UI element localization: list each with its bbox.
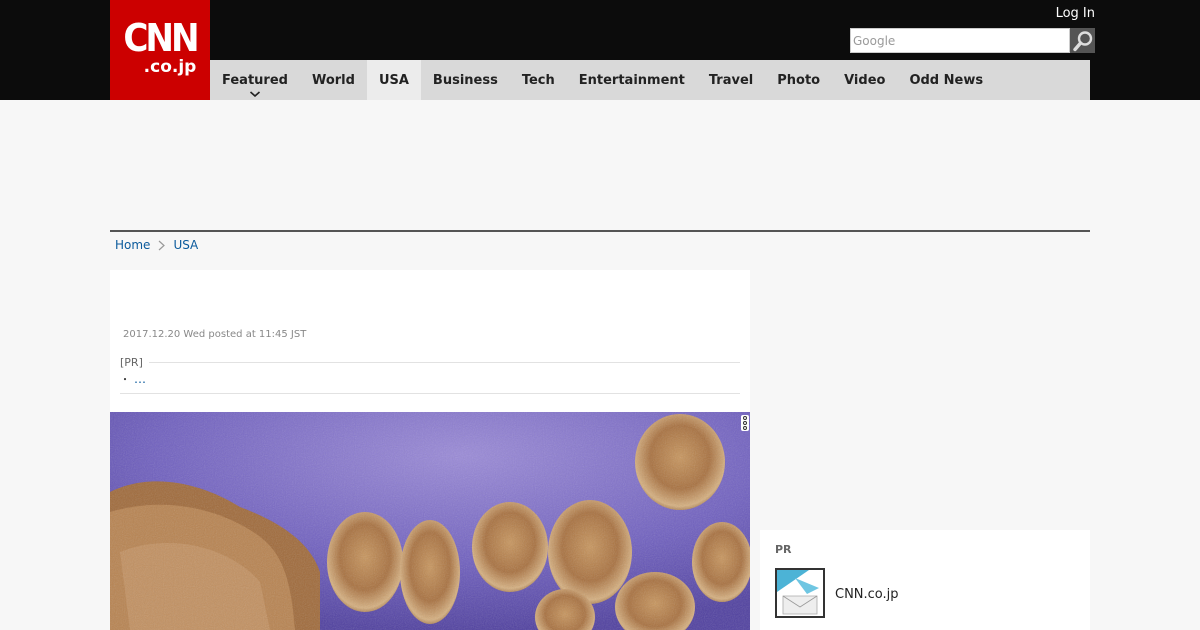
login-link[interactable]: Log In — [1056, 6, 1095, 21]
nav-item-label: Video — [844, 72, 886, 88]
chevron-down-icon — [249, 91, 261, 97]
nav-item-world[interactable]: World — [300, 60, 367, 100]
search-icon — [1072, 30, 1092, 51]
article-photo[interactable] — [110, 412, 750, 630]
nav-item-label: Business — [432, 72, 498, 88]
breadcrumb-home[interactable]: Home — [115, 238, 150, 252]
nav-item-odd-news[interactable]: Odd News — [897, 60, 995, 100]
chevron-right-icon — [158, 240, 166, 251]
nav-item-label: World — [311, 72, 355, 88]
sidebar-pr-label: PR — [775, 543, 792, 556]
nav-item-label: Featured — [222, 72, 288, 88]
sidebar-item-title[interactable]: CNN.co.jp — [835, 587, 899, 602]
pr-label: [PR] — [120, 356, 740, 369]
nav-item-usa[interactable]: USA — [366, 60, 421, 100]
nav-item-label: Photo — [777, 72, 821, 88]
dot-icon — [743, 415, 747, 420]
pr-bullet: ・ — [120, 375, 130, 386]
nav-item-travel[interactable]: Travel — [697, 60, 765, 100]
pr-link[interactable]: … — [134, 372, 146, 386]
top-header: CNN .co.jp Log In Featured World USA Bus… — [0, 0, 1200, 100]
nav-item-business[interactable]: Business — [421, 60, 510, 100]
photo-options-button[interactable] — [741, 415, 749, 431]
breadcrumb-usa[interactable]: USA — [173, 238, 198, 252]
sidebar-thumbnail[interactable] — [775, 568, 825, 618]
article-dateline: 2017.12.20 Wed posted at 11:45 JST — [123, 329, 307, 340]
nav-item-featured[interactable]: Featured — [210, 60, 300, 100]
ad-banner-space — [110, 100, 1090, 230]
nav-item-label: USA — [378, 72, 409, 88]
pr-link-row: ・… — [120, 371, 740, 394]
breadcrumb: Home USA — [115, 238, 198, 252]
article-pr-block: [PR] ・… — [120, 356, 740, 394]
cnn-logo[interactable]: CNN .co.jp — [110, 0, 210, 100]
logo-main-text: CNN — [123, 15, 199, 60]
nav-item-label: Entertainment — [578, 72, 685, 88]
nav-item-label: Travel — [708, 72, 754, 88]
section-divider — [110, 230, 1090, 232]
nav-item-video[interactable]: Video — [832, 60, 897, 100]
mail-icon — [777, 570, 823, 616]
search-button[interactable] — [1070, 28, 1095, 53]
nav-item-entertainment[interactable]: Entertainment — [567, 60, 697, 100]
nav-item-tech[interactable]: Tech — [510, 60, 567, 100]
nav-item-label: Tech — [521, 72, 555, 88]
sidebar-pr-card: PR CNN.co.jp — [760, 530, 1090, 630]
article-card: 2017.12.20 Wed posted at 11:45 JST [PR] … — [110, 270, 750, 630]
logo-sub-text: .co.jp — [143, 56, 197, 77]
search-input[interactable] — [850, 28, 1070, 53]
virus-microscope-image — [110, 412, 750, 630]
dot-icon — [743, 420, 747, 425]
pr-label-text: [PR] — [120, 356, 143, 369]
nav-item-photo[interactable]: Photo — [765, 60, 832, 100]
dot-icon — [743, 426, 747, 431]
nav-item-label: Odd News — [909, 72, 984, 88]
main-nav: Featured World USA Business Tech Enterta… — [210, 60, 1090, 100]
